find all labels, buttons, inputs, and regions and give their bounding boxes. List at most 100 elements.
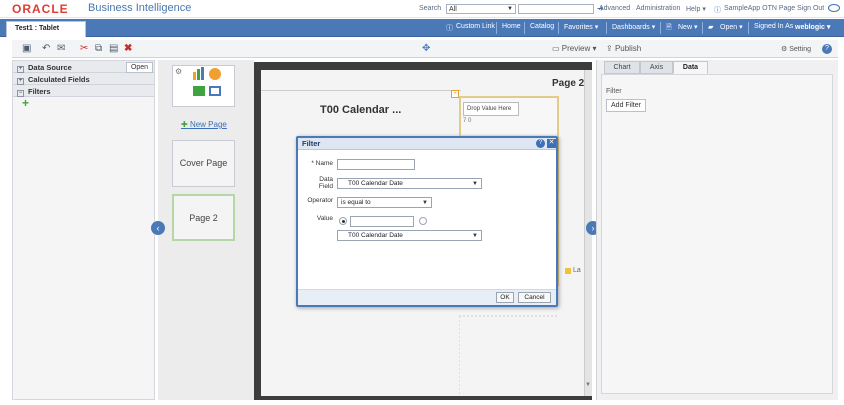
gear-icon: ⚙ <box>175 67 183 76</box>
nav-divider <box>496 22 497 34</box>
value-label: Value <box>316 215 333 222</box>
value-field-select[interactable]: T00 Calendar Date ▼ <box>337 230 482 241</box>
document-tab[interactable]: Test1 : Tablet <box>6 21 86 37</box>
nav-favorites[interactable]: Favorites ▾ <box>564 23 598 31</box>
tree-item-filters[interactable]: − Filters <box>13 85 154 97</box>
chevron-left-icon[interactable]: ‹ <box>151 221 165 235</box>
tab-chart[interactable]: Chart <box>604 61 640 74</box>
new-page-label: New Page <box>189 120 227 129</box>
nav-new[interactable]: New ▾ <box>678 23 697 31</box>
dialog-title-bar <box>298 138 556 150</box>
sign-out-link[interactable]: Sign Out <box>797 5 824 12</box>
preview-label: Preview ▾ <box>561 44 597 53</box>
chart-bar-icon <box>197 69 200 80</box>
table-icon <box>209 86 221 96</box>
preview-button[interactable]: ▭ Preview ▾ <box>552 44 596 53</box>
signed-in-label: Signed In As <box>754 23 794 30</box>
drop-value-here[interactable]: Drop Value Here <box>463 102 519 116</box>
publish-button[interactable]: ⇪ Publish <box>606 44 641 53</box>
administration-link[interactable]: Administration <box>636 5 680 12</box>
name-input[interactable] <box>337 159 415 170</box>
dropdown-arrow-icon: ▼ <box>422 200 428 206</box>
play-icon <box>209 68 221 80</box>
nav-divider <box>558 22 559 34</box>
nav-divider <box>524 22 525 34</box>
tree-item-calculated-fields[interactable]: + Calculated Fields <box>13 73 154 85</box>
legend-swatch <box>565 268 571 274</box>
custom-link-icon: ⓘ <box>446 25 453 32</box>
gear-icon: ⚙ <box>781 46 790 53</box>
setting-button[interactable]: ⚙ Setting <box>781 45 811 53</box>
page-thumb-page-2[interactable]: Page 2 <box>172 194 235 241</box>
preview-icon: ▭ <box>552 44 562 53</box>
value-literal-radio[interactable] <box>339 217 347 225</box>
nav-divider <box>606 22 607 34</box>
move-icon[interactable]: ✥ <box>422 43 430 54</box>
data-field-select[interactable]: T00 Calendar Date ▼ <box>337 178 482 189</box>
nav-open[interactable]: Open ▾ <box>720 23 743 31</box>
user-menu[interactable]: weblogic ▾ <box>795 23 830 31</box>
add-filter-plus-icon[interactable]: + <box>22 96 29 110</box>
new-icon: 🗎 <box>666 24 672 31</box>
filter-dialog <box>296 136 558 307</box>
expand-icon[interactable]: + <box>17 78 24 85</box>
chart-bar-icon <box>193 72 196 80</box>
search-input[interactable] <box>518 4 594 14</box>
undo-icon[interactable]: ↶ <box>42 43 50 54</box>
canvas-page-label: Page 2 <box>552 78 585 89</box>
calendar-title[interactable]: T00 Calendar ... <box>320 104 401 116</box>
cancel-button[interactable]: Cancel <box>518 292 551 303</box>
nav-home[interactable]: Home <box>502 23 521 30</box>
page-thumb-cover[interactable]: Cover Page <box>172 140 235 187</box>
save-icon[interactable]: ▣ <box>22 43 31 54</box>
plus-icon: ✚ <box>181 120 188 129</box>
info-icon: ⓘ <box>714 7 721 14</box>
ok-button[interactable]: OK <box>496 292 514 303</box>
help-menu[interactable]: Help ▾ <box>686 5 706 13</box>
axis-tick: 7 0 <box>463 118 472 124</box>
cut-icon[interactable]: ✂ <box>80 43 88 54</box>
delete-icon[interactable]: ✖ <box>124 43 132 54</box>
setting-label: Setting <box>789 46 812 53</box>
nav-dashboards[interactable]: Dashboards ▾ <box>612 23 655 31</box>
search-scope-select[interactable]: All ▼ <box>446 4 516 14</box>
copy-icon[interactable]: ⧉ <box>95 43 102 54</box>
nav-custom-link[interactable]: Custom Link <box>456 23 495 30</box>
product-name: Business Intelligence <box>88 2 192 14</box>
nav-catalog[interactable]: Catalog <box>530 23 554 30</box>
value-field-radio[interactable] <box>419 217 427 225</box>
properties-body <box>601 74 833 394</box>
filter-section-label: Filter <box>606 88 622 95</box>
close-icon[interactable]: ✕ <box>547 139 556 148</box>
new-page-link[interactable]: ✚ New Page <box>181 120 227 129</box>
folder-icon: ▰ <box>708 24 714 31</box>
tab-axis[interactable]: Axis <box>640 61 673 74</box>
nav-divider <box>748 22 749 34</box>
value-input[interactable] <box>350 216 414 227</box>
add-filter-button[interactable]: Add Filter <box>606 99 646 112</box>
comment-icon[interactable]: ✉ <box>57 43 65 54</box>
sampleapp-link[interactable]: SampleApp OTN Page <box>724 5 795 12</box>
tab-data[interactable]: Data <box>673 61 708 74</box>
legend-label: La <box>573 267 581 274</box>
advanced-link[interactable]: Advanced <box>599 5 630 12</box>
operator-label: Operator <box>307 197 333 204</box>
oracle-ring-icon <box>828 4 840 12</box>
paste-icon[interactable]: ▤ <box>109 43 118 54</box>
nav-bar <box>0 19 844 37</box>
dialog-title: Filter <box>302 139 321 148</box>
drop-target-marker-icon: + <box>451 90 459 98</box>
open-button[interactable]: Open <box>126 62 153 73</box>
expand-icon[interactable]: + <box>17 66 24 73</box>
nav-divider <box>660 22 661 34</box>
dropdown-arrow-icon: ▼ <box>472 181 478 187</box>
help-icon[interactable]: ? <box>536 139 545 148</box>
scroll-down-icon[interactable]: ▼ <box>585 382 591 388</box>
page-type-selector[interactable]: ⚙ <box>172 65 235 107</box>
help-icon[interactable]: ? <box>822 44 832 54</box>
publish-label: Publish <box>614 44 642 53</box>
operator-select[interactable]: is equal to ▼ <box>337 197 432 208</box>
nav-divider <box>702 22 703 34</box>
name-label: * Name <box>311 160 333 167</box>
chart-bar-icon <box>201 67 204 80</box>
